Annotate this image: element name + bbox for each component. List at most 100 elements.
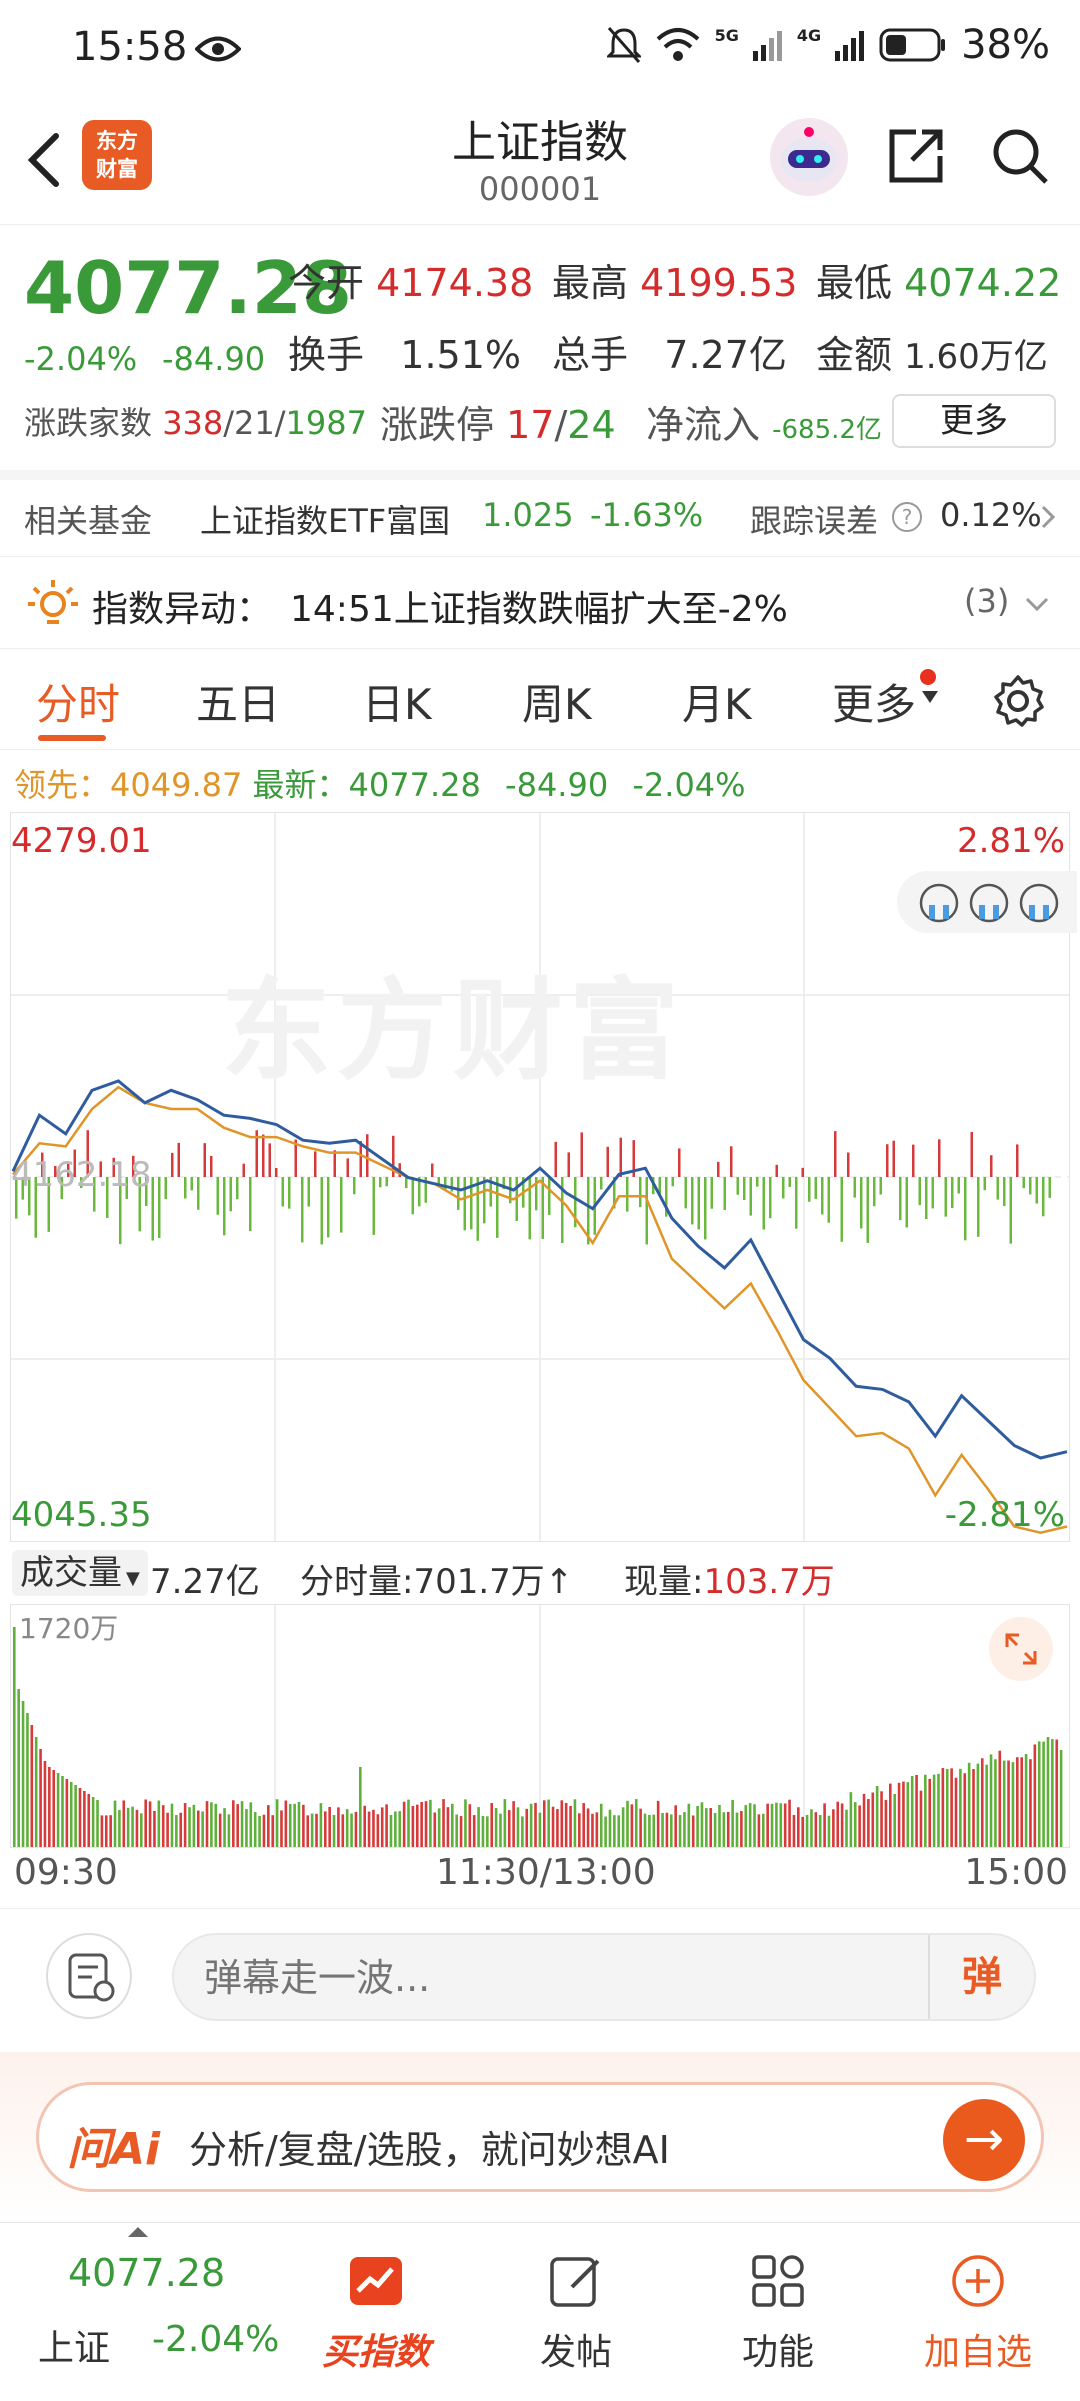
nav-post-label: 发帖 [539, 2332, 612, 2373]
tick-bar [606, 1146, 609, 1177]
latest-pct: -2.04% [632, 766, 746, 804]
tab-five-day[interactable]: 五日 [196, 671, 280, 732]
volume-bar [65, 1779, 69, 1847]
emoji-reactions[interactable] [897, 871, 1077, 933]
expand-icon[interactable] [989, 1617, 1053, 1681]
share-icon[interactable] [886, 126, 946, 186]
volume-bar [696, 1806, 699, 1847]
arrow-right-icon[interactable]: → [943, 2099, 1025, 2181]
volume-bar [21, 1701, 25, 1847]
status-bar: 15:58 5G 4G 38% [0, 0, 1080, 100]
volume-bar [582, 1803, 585, 1847]
danmu-send-button[interactable]: 弹 [928, 1935, 1034, 2019]
volume-bar [87, 1794, 91, 1847]
tick-bar [840, 1177, 843, 1242]
volume-bar [13, 1627, 16, 1847]
tick-bar [977, 1177, 980, 1237]
search-icon[interactable] [990, 126, 1050, 186]
volume-bar [459, 1816, 463, 1847]
tick-bar [1029, 1177, 1032, 1195]
battery-icon [879, 28, 946, 62]
tab-intraday[interactable]: 分时 [36, 671, 120, 732]
volume-bar [205, 1801, 209, 1847]
volume-bar [937, 1773, 940, 1847]
volume-bar [534, 1802, 537, 1847]
volume-bar [792, 1815, 796, 1847]
volume-bar [893, 1793, 896, 1847]
tick-bar [158, 1177, 161, 1239]
volume-bar [122, 1800, 126, 1847]
volume-bar [586, 1808, 590, 1847]
tick-bar [229, 1177, 232, 1212]
volume-bar [700, 1802, 704, 1847]
volume-bar [302, 1804, 305, 1847]
volume-bar [1055, 1739, 1059, 1847]
index-quick-quote[interactable]: 4077.28 上证 -2.04% [0, 2223, 300, 2401]
nav-buy-index[interactable]: 买指数 [286, 2223, 466, 2401]
volume-bar [972, 1769, 975, 1847]
intraday-chart[interactable]: 东方财富 4279.01 2.81% 4162.18 4045.35 -2.81… [10, 812, 1077, 1542]
nav-post[interactable]: 发帖 [486, 2223, 666, 2401]
gear-icon[interactable] [990, 673, 1046, 729]
turnover-item: 换手 1.51% [288, 333, 521, 377]
volume-bar [529, 1803, 533, 1847]
tick-bar [496, 1177, 499, 1238]
volume-bar [1011, 1762, 1015, 1847]
volume-bar [950, 1768, 953, 1847]
volume-bar [192, 1804, 196, 1847]
volume-bar [39, 1749, 42, 1847]
tick-bar [944, 1177, 947, 1217]
volume-bar [858, 1805, 861, 1847]
volume-bar [69, 1782, 73, 1847]
danmu-settings-icon[interactable] [46, 1933, 132, 2019]
volume-bar [240, 1801, 244, 1847]
tick-bar [886, 1144, 889, 1177]
index-alert-row[interactable]: 指数异动： 14:51上证指数跌幅扩大至-2% (3) [0, 560, 1080, 648]
volume-bar [363, 1805, 366, 1847]
nav-add-watchlist[interactable]: 加自选 [888, 2223, 1068, 2401]
volume-selector[interactable]: 成交量 ▼ [12, 1550, 148, 1596]
volume-bar [385, 1804, 388, 1847]
help-icon[interactable]: ? [890, 500, 924, 534]
volume-bar [100, 1815, 104, 1847]
tab-daily-k[interactable]: 日K [362, 671, 432, 732]
volume-bar [832, 1809, 835, 1847]
volume-bar [595, 1812, 599, 1847]
ai-robot-icon[interactable] [770, 118, 848, 196]
tick-bar [639, 1177, 642, 1208]
danmu-input[interactable] [204, 1951, 844, 2005]
volume-bar [757, 1814, 761, 1847]
tick-bar [931, 1177, 934, 1209]
more-button[interactable]: 更多 [892, 394, 1056, 448]
volume-bar [985, 1764, 988, 1847]
volume-bar [175, 1815, 178, 1847]
volume-info-bar: 成交量 ▼ 7.27亿 分时量:701.7万↑ 现量:103.7万 [10, 1548, 1070, 1602]
signal-4g: 4G [796, 25, 822, 45]
chevron-down-icon[interactable] [1024, 596, 1050, 612]
tab-more[interactable]: 更多 [832, 671, 916, 732]
volume-bar [227, 1814, 231, 1847]
tick-bar [918, 1177, 921, 1206]
tick-bar [548, 1177, 551, 1215]
tab-weekly-k[interactable]: 周K [522, 671, 592, 732]
nav-functions[interactable]: 功能 [688, 2223, 868, 2401]
volume-bar [674, 1805, 677, 1847]
axis-mid-left: 4162.18 [11, 1155, 152, 1195]
volume-bar [910, 1776, 914, 1847]
tick-bar [808, 1177, 811, 1202]
tick-bar [892, 1140, 895, 1177]
tick-bar [983, 1177, 986, 1191]
volume-chart[interactable]: 1720万 [10, 1604, 1070, 1848]
tick-bar [164, 1177, 167, 1200]
tick-bar [203, 1143, 206, 1177]
ai-assistant-entry[interactable]: 问Ai 分析/复盘/选股，就问妙想AI → [36, 2082, 1044, 2192]
volume-bar [941, 1768, 945, 1847]
mute-bell-icon [606, 27, 641, 63]
volume-bar [429, 1799, 432, 1847]
volume-bar [179, 1812, 183, 1847]
tick-bar [769, 1177, 772, 1219]
tick-bar [957, 1177, 960, 1194]
related-fund-row[interactable]: 相关基金 上证指数ETF富国 1.025 -1.63% 跟踪误差 ? 0.12% [0, 476, 1080, 556]
tab-monthly-k[interactable]: 月K [682, 671, 752, 732]
notification-dot [920, 669, 936, 685]
